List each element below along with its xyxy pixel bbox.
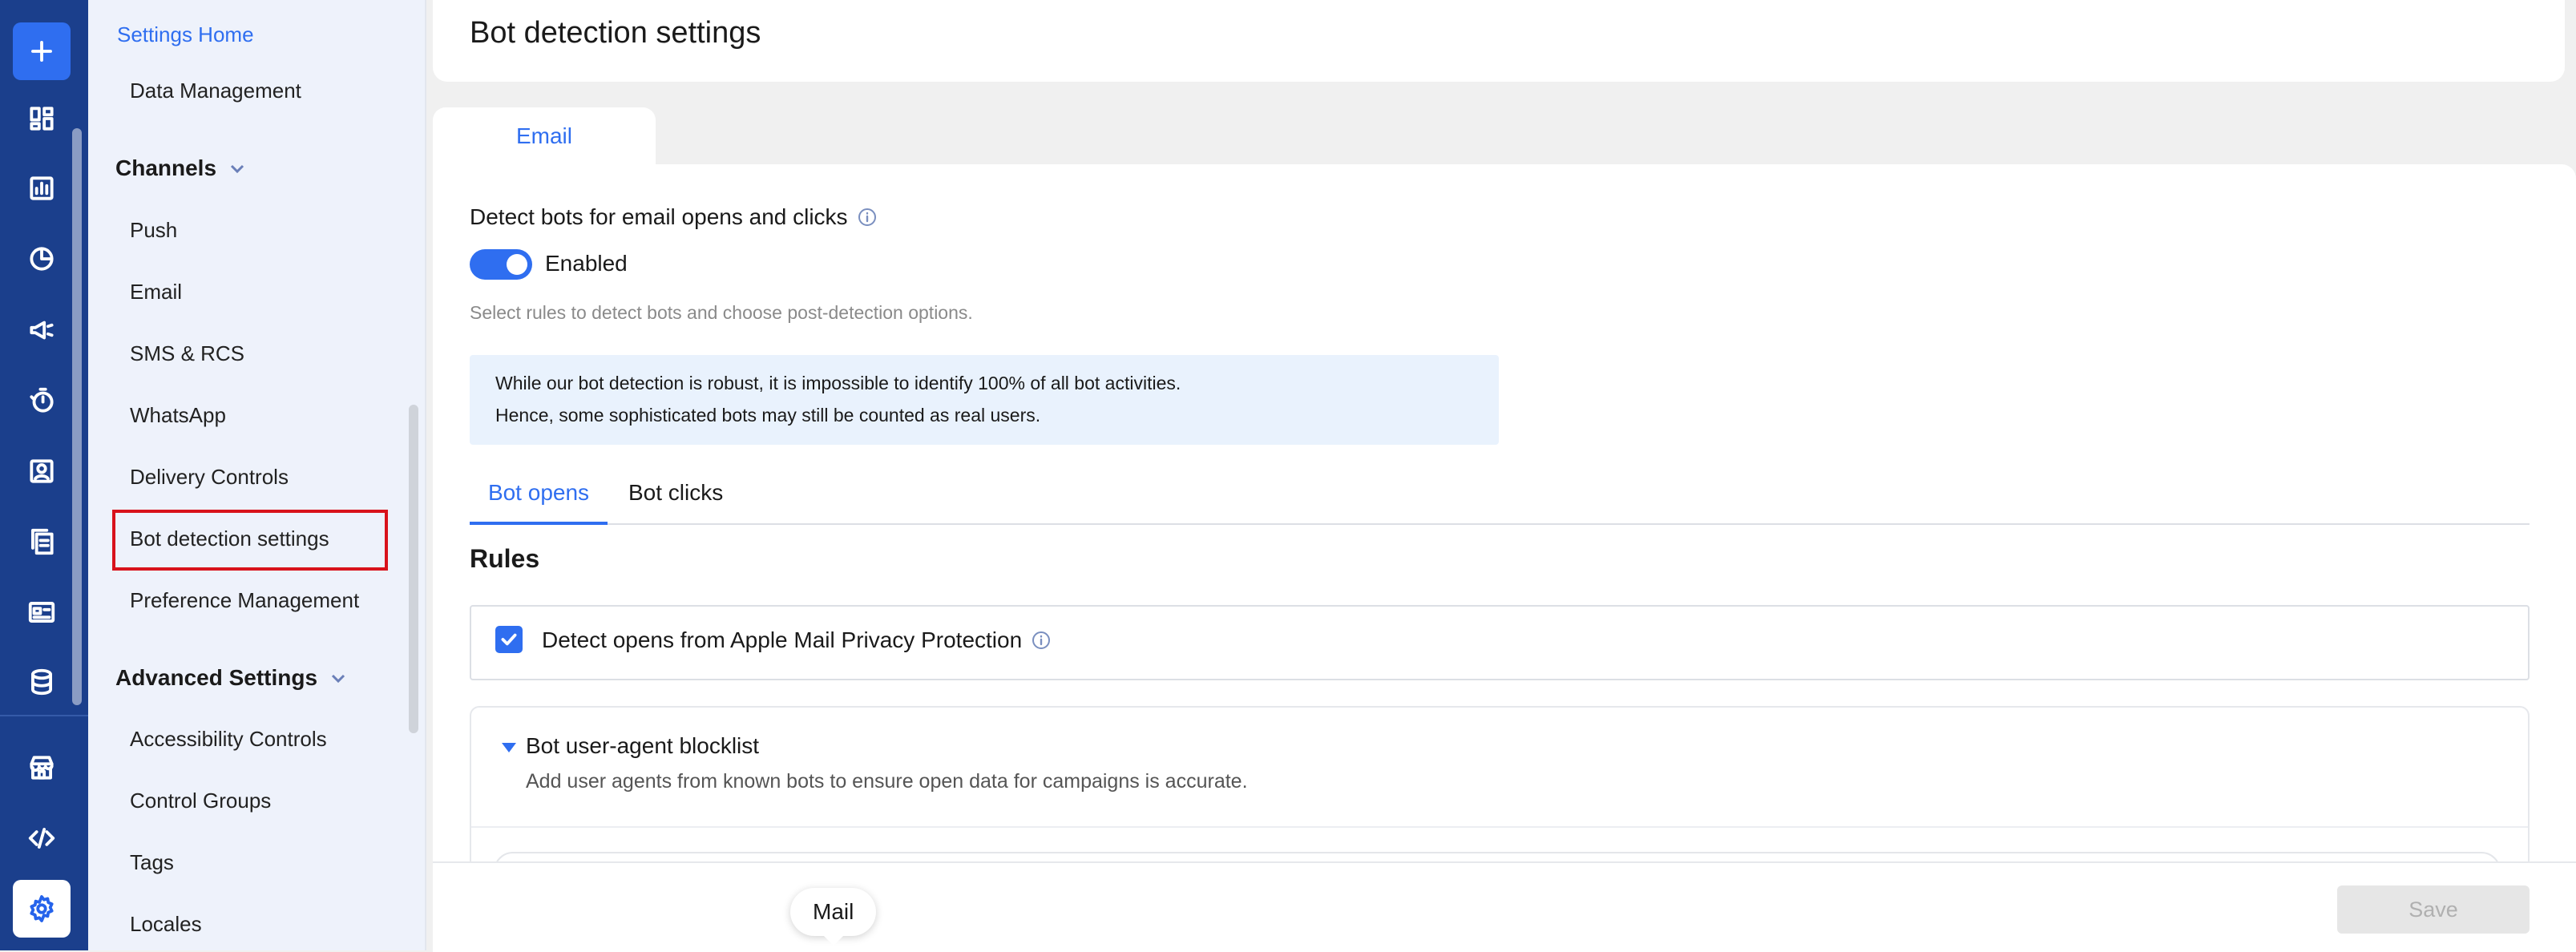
rail-content-button[interactable] bbox=[13, 513, 71, 571]
icon-rail bbox=[0, 0, 88, 950]
rail-developer-button[interactable] bbox=[13, 809, 71, 867]
content-icon bbox=[31, 528, 54, 555]
user-profile-icon bbox=[30, 459, 54, 483]
sidebar-item-preference-management[interactable]: Preference Management bbox=[130, 588, 359, 613]
save-button[interactable]: Save bbox=[2337, 885, 2530, 934]
caret-down-icon[interactable] bbox=[502, 743, 516, 752]
sidebar-item-tags[interactable]: Tags bbox=[130, 850, 174, 875]
sidebar-item-accessibility-controls[interactable]: Accessibility Controls bbox=[130, 727, 327, 752]
sidebar-item-push[interactable]: Push bbox=[130, 218, 177, 243]
channels-section-header[interactable]: Channels bbox=[115, 155, 247, 181]
rail-campaigns-button[interactable] bbox=[13, 301, 71, 359]
subtabs-divider bbox=[470, 523, 2530, 525]
rail-settings-button[interactable] bbox=[13, 880, 71, 938]
mail-tooltip: Mail bbox=[790, 888, 877, 946]
detect-bots-title: Detect bots for email opens and clicks bbox=[470, 204, 848, 229]
tab-bot-clicks[interactable]: Bot clicks bbox=[628, 480, 723, 506]
chevron-down-icon bbox=[332, 674, 345, 684]
settings-home-link[interactable]: Settings Home bbox=[117, 22, 254, 47]
sidebar-item-delivery-controls[interactable]: Delivery Controls bbox=[130, 465, 289, 490]
toggle-label: Enabled bbox=[545, 251, 628, 276]
detect-bots-heading: Detect bots for email opens and clicks bbox=[470, 204, 877, 230]
sidebar-item-control-groups[interactable]: Control Groups bbox=[130, 789, 271, 813]
info-icon[interactable] bbox=[858, 208, 877, 227]
tab-email[interactable]: Email bbox=[433, 107, 656, 165]
tab-bot-opens[interactable]: Bot opens bbox=[470, 480, 608, 525]
rail-dashboard-button[interactable] bbox=[13, 90, 71, 147]
bot-user-agent-blocklist: Bot user-agent blocklist Add user agents… bbox=[470, 706, 2530, 861]
tooltip-arrow bbox=[823, 936, 843, 946]
apple-mail-rule-label: Detect opens from Apple Mail Privacy Pro… bbox=[542, 627, 1051, 653]
channels-heading: Channels bbox=[115, 155, 217, 180]
blocklist-divider bbox=[471, 826, 2528, 828]
sidebar-item-data-management[interactable]: Data Management bbox=[130, 79, 301, 103]
rail-marketplace-button[interactable] bbox=[13, 739, 71, 797]
templates-icon bbox=[28, 602, 55, 623]
developer-code-icon bbox=[28, 828, 55, 849]
sidebar-item-bot-detection-settings[interactable]: Bot detection settings bbox=[130, 526, 329, 551]
flows-icon bbox=[30, 387, 54, 413]
rules-heading: Rules bbox=[470, 544, 540, 573]
sidebar-item-locales[interactable]: Locales bbox=[130, 912, 202, 937]
analytics-icon bbox=[30, 176, 54, 200]
helper-text: Select rules to detect bots and choose p… bbox=[470, 302, 973, 323]
rail-templates-button[interactable] bbox=[13, 583, 71, 641]
page-header: Bot detection settings bbox=[433, 0, 2565, 82]
chevron-down-icon bbox=[230, 164, 244, 174]
segments-icon bbox=[30, 247, 54, 271]
plus-icon bbox=[31, 41, 52, 62]
toggle-knob bbox=[507, 254, 527, 275]
info-banner: While our bot detection is robust, it is… bbox=[470, 355, 1499, 445]
sidebar-item-sms-rcs[interactable]: SMS & RCS bbox=[130, 341, 244, 366]
app-marketplace-icon bbox=[30, 756, 54, 780]
data-icon bbox=[31, 668, 52, 696]
campaigns-icon bbox=[30, 321, 54, 340]
rail-divider bbox=[0, 715, 88, 716]
settings-gear-icon bbox=[30, 895, 54, 922]
rail-flows-button[interactable] bbox=[13, 372, 71, 430]
tooltip-text: Mail bbox=[813, 899, 854, 924]
blocklist-description: Add user agents from known bots to ensur… bbox=[526, 770, 1248, 793]
advanced-settings-heading: Advanced Settings bbox=[115, 665, 318, 690]
sidebar-item-email[interactable]: Email bbox=[130, 280, 182, 305]
rail-scrollbar[interactable] bbox=[72, 128, 82, 705]
rail-users-button[interactable] bbox=[13, 442, 71, 500]
create-button[interactable] bbox=[13, 22, 71, 80]
apple-mail-checkbox[interactable] bbox=[495, 626, 523, 653]
footer-bar: Save bbox=[433, 861, 2576, 952]
advanced-settings-section-header[interactable]: Advanced Settings bbox=[115, 665, 348, 691]
info-icon[interactable] bbox=[1032, 631, 1051, 650]
sidebar-item-whatsapp[interactable]: WhatsApp bbox=[130, 403, 226, 428]
checkmark-icon bbox=[501, 633, 517, 646]
rail-segments-button[interactable] bbox=[13, 230, 71, 288]
user-agent-input[interactable] bbox=[494, 852, 2501, 861]
settings-sidebar: Settings Home Data Management Channels P… bbox=[88, 0, 426, 950]
apple-mail-rule: Detect opens from Apple Mail Privacy Pro… bbox=[470, 605, 2530, 680]
rail-data-button[interactable] bbox=[13, 653, 71, 711]
blocklist-title[interactable]: Bot user-agent blocklist bbox=[526, 733, 759, 759]
apple-mail-label-text: Detect opens from Apple Mail Privacy Pro… bbox=[542, 627, 1023, 652]
rail-analytics-button[interactable] bbox=[13, 159, 71, 217]
sidebar-scrollbar[interactable] bbox=[409, 405, 418, 733]
page-title: Bot detection settings bbox=[470, 16, 761, 50]
banner-line-2: Hence, some sophisticated bots may still… bbox=[495, 405, 1041, 426]
dashboard-icon bbox=[30, 107, 54, 131]
settings-content: Detect bots for email opens and clicks E… bbox=[433, 164, 2576, 861]
enabled-toggle[interactable] bbox=[470, 249, 532, 280]
banner-line-1: While our bot detection is robust, it is… bbox=[495, 373, 1181, 393]
